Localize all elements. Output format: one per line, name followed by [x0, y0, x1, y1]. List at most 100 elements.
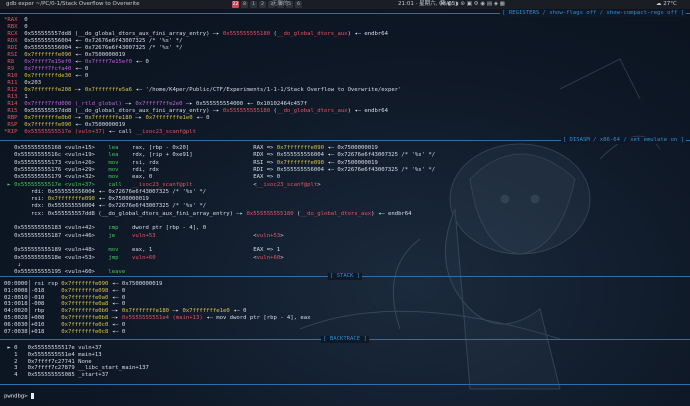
register-line: RBP 0x7fffffffe0b0 —▸ 0x7fffffffe180 —▸ … — [4, 115, 210, 122]
registers-header: [ REGISTERS / show-flags off / show-comp… — [0, 10, 690, 17]
register-line: R15 0x555555557dd8 (__do_global_dtors_au… — [4, 108, 388, 115]
disasm-line-segment: ↓ — [4, 261, 21, 268]
stack-line-segment: 04:0020│ rbp — [4, 308, 62, 315]
disasm-line-segment — [4, 240, 7, 246]
stack-line: 07:0038│+018 0x7fffffffe0c8 ◂— 0 — [4, 329, 125, 336]
disasm-line-segment: 0x555555555173 <vuln+26> — [4, 159, 109, 166]
register-line-segment: 0x7ffff7e15ef0 — [24, 59, 72, 65]
disasm-line-segment: > — [280, 254, 284, 261]
register-line-segment: R12 — [4, 87, 18, 93]
disasm-line-segment: < — [192, 181, 257, 188]
disasm-line: ↓ — [4, 261, 21, 269]
workspace-1[interactable]: 1 — [250, 1, 257, 8]
disasm-line-segment: 0x555555555180 — [246, 210, 294, 217]
workspace-22[interactable]: 22 — [232, 1, 239, 8]
stack-line-segment: —▸ — [108, 308, 122, 315]
register-line-segment: ◂— 0 — [192, 115, 210, 121]
stack-line-segment: ◂— 0 — [108, 301, 126, 308]
disasm-line-segment: mov — [108, 166, 132, 173]
register-line-segment: R8 — [4, 59, 18, 65]
disasm-line-segment — [4, 218, 7, 224]
register-line-segment: *RIP — [4, 129, 18, 135]
stack-line-segment: 0x7fffffffe0c0 — [61, 321, 109, 328]
register-line-segment: ◂— — [71, 59, 85, 65]
workspace-6[interactable]: 6 — [295, 1, 302, 8]
workspace-2[interactable]: 2 — [259, 1, 266, 8]
disasm-line-segment: rdi, rdx RDI => 0x555555556004 ◂— 0x7267… — [131, 166, 436, 173]
register-line-segment: R14 — [4, 101, 18, 107]
bottom-divider — [0, 381, 690, 388]
register-line-segment: ◂— call — [105, 129, 136, 135]
stack-line-segment: 05:0028│+008 — [4, 315, 62, 321]
disasm-line: rdx: 0x555555556004 ◂— 0x72676e6f4300732… — [4, 203, 206, 210]
disasm-line: 0x55555555516c <vuln+19> lea rdx, [rip +… — [4, 152, 435, 159]
register-line-segment: 0x7fffffffe180 — [84, 115, 133, 121]
register-line-segment: ◂— 0 — [71, 66, 89, 72]
disasm-line-segment: dword ptr [rbp - 4], 0 — [131, 225, 207, 232]
disasm-line-segment: 0x7fffffffe090 — [276, 145, 324, 151]
register-line-segment: R11 — [4, 80, 18, 86]
register-line-segment: __isoc23_scanf@plt — [135, 129, 196, 135]
stack-line-segment: —▸ — [169, 308, 183, 315]
register-line-segment: 0x7ffff7e15ef0 — [84, 59, 133, 65]
disasm-line-segment: lea — [108, 152, 132, 159]
register-line-segment: 0x555555556004 ◂— 0x72676e6f43007325 /* … — [17, 45, 183, 51]
stack-line-segment: ◂— mov dword ptr [rbp - 4], eax — [202, 315, 311, 321]
register-line-segment: RDX — [4, 38, 18, 44]
stack-line-segment: —▸ — [108, 315, 122, 321]
register-line: *RAX 0 — [4, 17, 28, 24]
disasm-line-segment: mov — [108, 247, 132, 254]
register-line-segment: 0 — [17, 17, 28, 23]
disasm-line-segment: eax, 0 EAX => 0 — [131, 174, 281, 181]
disasm-line-segment: 0x55555555516c <vuln+19> — [4, 152, 109, 159]
text-cursor — [30, 393, 34, 399]
register-line-segment: R15 — [4, 108, 18, 114]
register-line-segment: ◂— 0 — [71, 73, 89, 79]
backtrace-line-segment: 1 0x5555555551e4 main+13 — [4, 351, 102, 358]
register-line: *RIP 0x55555555517e (vuln+37) ◂— call __… — [4, 129, 196, 136]
disasm-line-segment: call — [108, 181, 132, 188]
disasm-line-segment: rdx: 0x555555556004 ◂— 0x72676e6f4300732… — [4, 203, 207, 210]
register-line: RSI 0x7fffffffe090 ◂— 0x7500000019 — [4, 52, 125, 59]
disasm-line-segment: vuln+53 — [131, 232, 156, 239]
disasm-line — [4, 218, 7, 225]
stack-line-segment: 02:0010│-010 — [4, 294, 62, 301]
backtrace-line-segment: 2 0x7ffff7c27741 None — [4, 358, 92, 365]
disasm-line-segment: > — [317, 181, 321, 188]
stack-header: [ STACK ] — [0, 273, 690, 280]
disasm-line: 0x555555555168 <vuln+15> lea rax, [rbp -… — [4, 145, 378, 152]
backtrace-line-segment: ► 0 0x55555555517e vuln+37 — [4, 345, 102, 351]
stack-line-segment: ◂— 0 — [108, 328, 126, 335]
register-line-segment: 0x555555557dd8 (__do_global_dtors_aux_fi… — [17, 108, 223, 114]
stack-line-segment: ◂— 0 — [108, 321, 126, 328]
register-line: R12 0x7fffffffe208 —▸ 0x7fffffffe5a6 ◂— … — [4, 87, 401, 94]
register-line-segment: 0x7ffff7fcfa40 — [24, 66, 72, 72]
weather-widget[interactable]: ☁ 27°C — [656, 0, 677, 9]
disasm-line-segment: ) ◂— endbr64 — [371, 210, 412, 217]
stack-line-segment: ◂— 0 — [229, 308, 247, 315]
register-line-segment: ◂— '/home/K4per/Public/CTF/Experiments/1… — [132, 87, 402, 93]
stack-line-segment: 0x7fffffffe1e0 — [182, 308, 230, 315]
disasm-line-segment: vuln+53 — [256, 232, 281, 239]
disasm-line-segment: jmp — [108, 254, 132, 261]
terminal[interactable]: [ REGISTERS / show-flags off / show-comp… — [0, 9, 690, 406]
register-line: RDI 0x555555556004 ◂— 0x72676e6f43007325… — [4, 45, 183, 52]
system-tray[interactable]: 英 ◐ ◑ ⊛ ▣ ⚙ ◉ ▤ ◈ ▦ — [440, 0, 505, 9]
register-line-segment: RBP — [4, 115, 18, 121]
disasm-line-segment: je — [108, 232, 132, 239]
app-label[interactable]: 无聊的 — [272, 0, 289, 9]
stack-line-segment: 0x7fffffffe090 — [61, 281, 109, 287]
backtrace-line-segment: 4 0x555555555085 _start+37 — [4, 372, 109, 379]
disasm-line: 0x555555555183 <vuln+42> cmp dword ptr [… — [4, 225, 206, 232]
workspace-switcher[interactable]: 22 8 1 2 3 4 5 6 — [232, 1, 302, 8]
register-line: R9 0x7ffff7fcfa40 ◂— 0 — [4, 66, 88, 73]
disasm-line-segment: mov — [108, 159, 132, 166]
stack-line-segment: 03:0018│-008 — [4, 301, 62, 308]
stack-line-segment: ◂— 0 — [108, 294, 126, 301]
workspace-8[interactable]: 8 — [241, 1, 248, 8]
disasm-line-segment: rdx, [rip + 0xe91] RDX => 0x555555556004… — [131, 152, 436, 159]
disasm-line-segment: ◂— 0x7500000019 — [94, 196, 149, 203]
prompt-label: pwndbg> — [4, 393, 28, 400]
register-line: RCX 0x555555557dd8 (__do_global_dtors_au… — [4, 31, 388, 38]
gdb-prompt[interactable]: pwndbg> — [4, 393, 34, 400]
